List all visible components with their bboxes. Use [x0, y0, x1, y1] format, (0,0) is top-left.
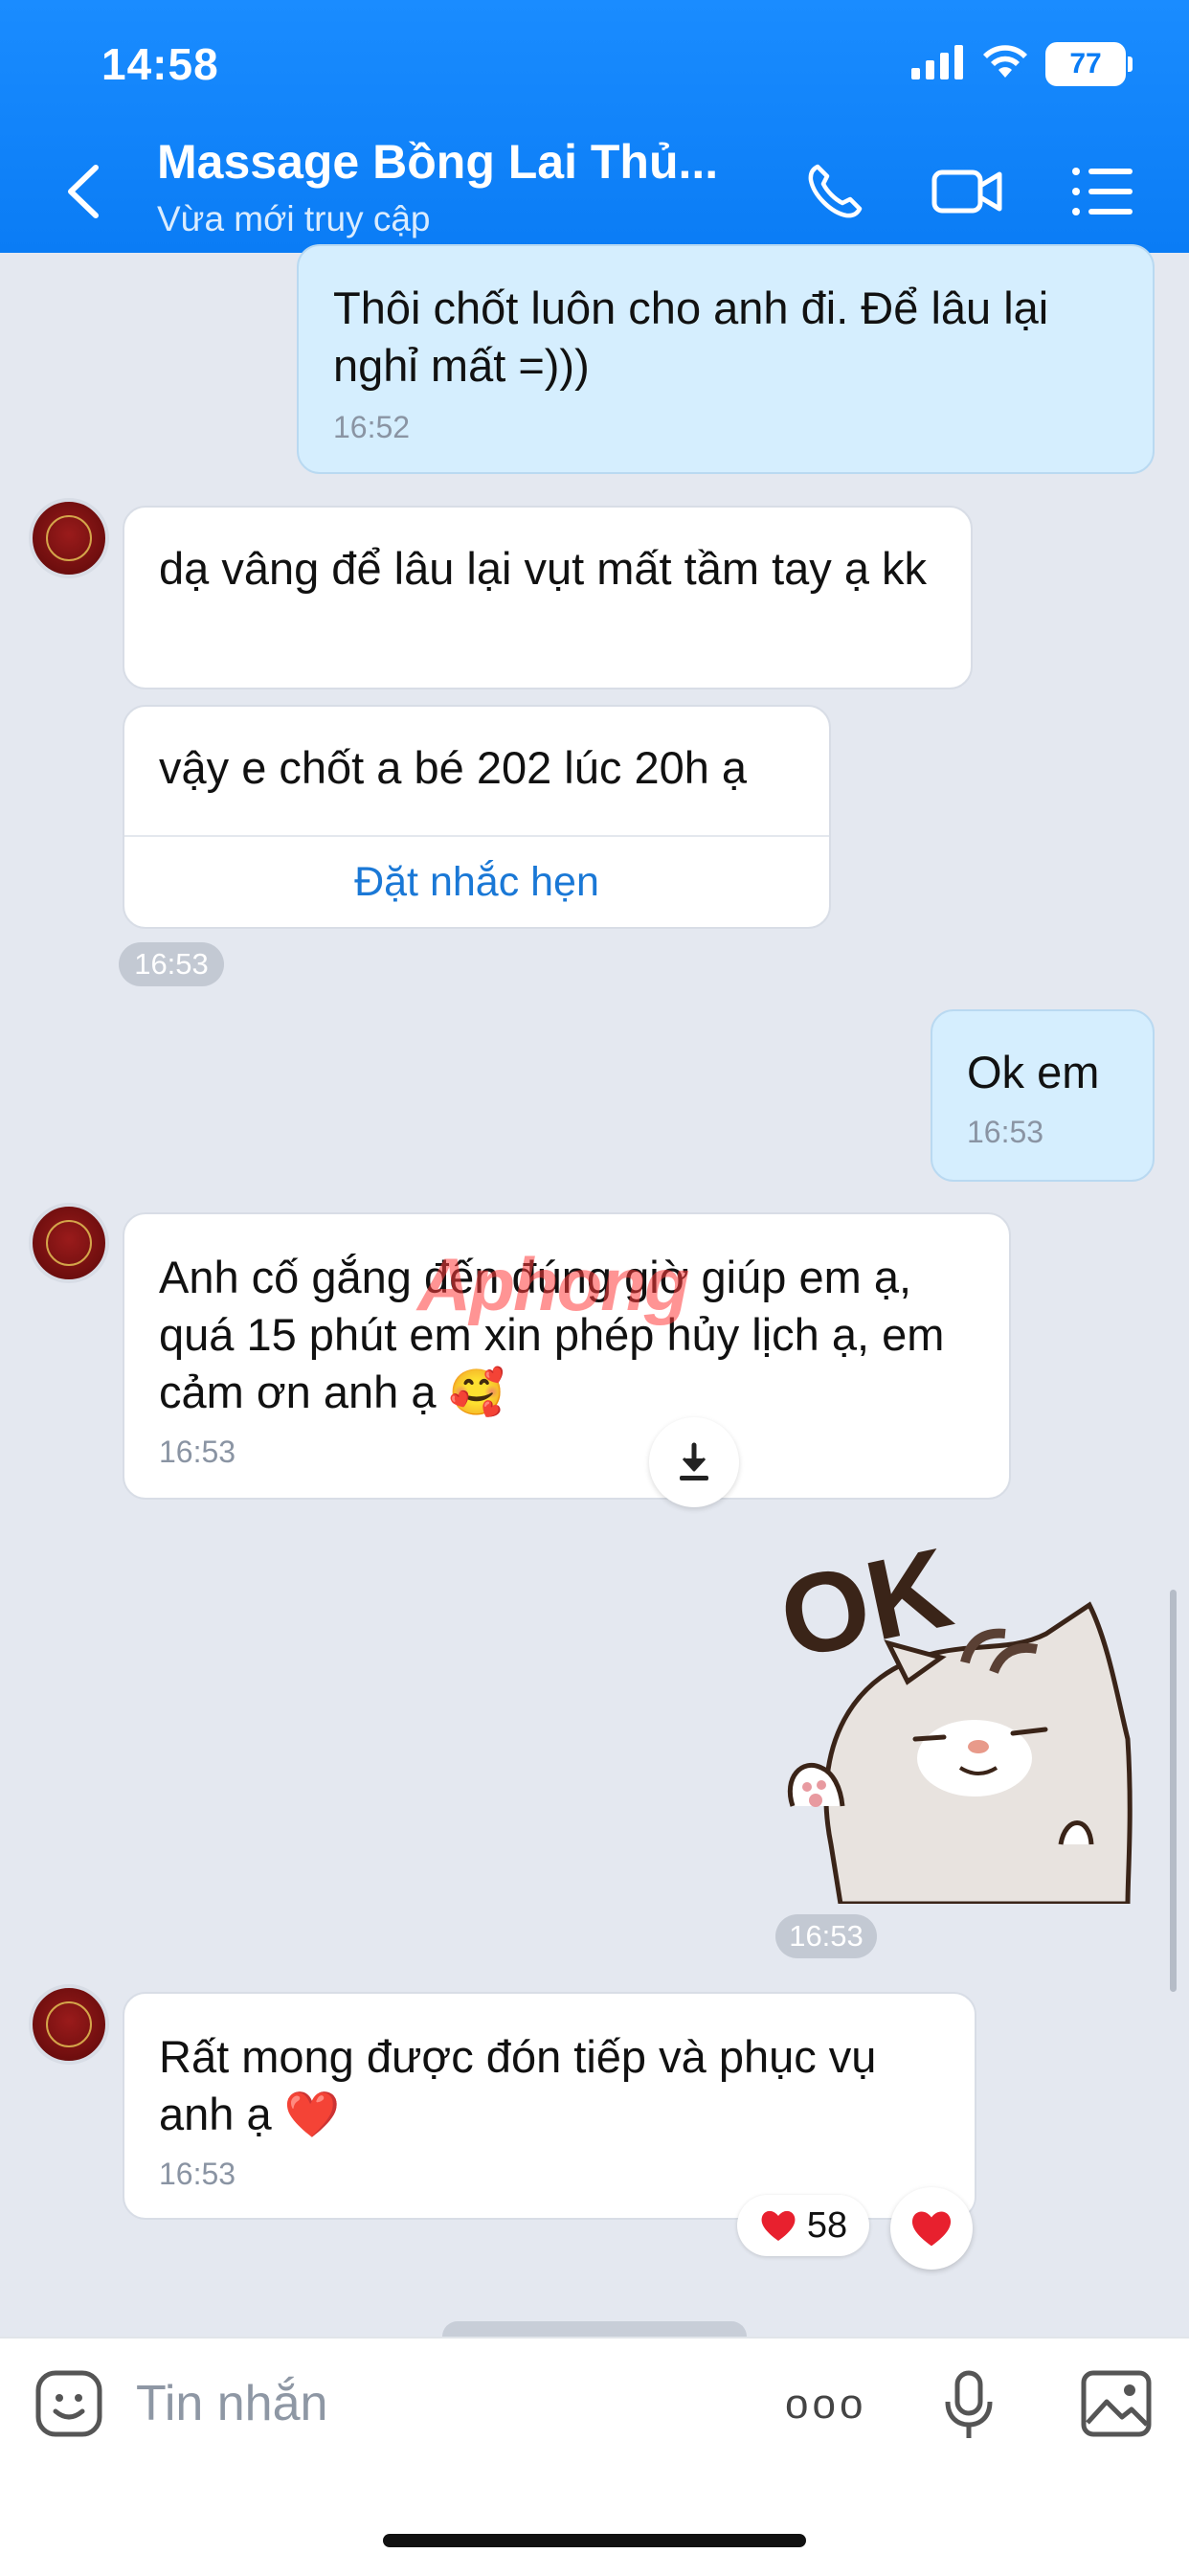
- chat-title[interactable]: Massage Bồng Lai Thủ...: [157, 134, 718, 190]
- reaction-count: 58: [806, 2204, 848, 2246]
- heart-icon: [911, 2211, 952, 2247]
- message-incoming[interactable]: vậy e chốt a bé 202 lúc 20h ạ Đặt nhắc h…: [123, 705, 831, 929]
- cellular-signal-icon: [911, 44, 965, 84]
- battery-level: 77: [1069, 48, 1102, 79]
- message-incoming[interactable]: dạ vâng để lâu lại vụt mất tầm tay ạ kk: [123, 506, 973, 689]
- voice-button[interactable]: [938, 2367, 999, 2444]
- list-menu-icon: [1072, 168, 1133, 215]
- message-time: 16:53: [159, 1435, 236, 1469]
- watermark: Aphong: [417, 1242, 690, 1326]
- status-icons: 77: [911, 42, 1133, 86]
- download-button[interactable]: [649, 1417, 739, 1507]
- heart-icon: [761, 2210, 796, 2241]
- message-time-pill: 16:53: [119, 942, 224, 986]
- emoji-button[interactable]: [33, 2367, 105, 2440]
- chevron-left-icon: [68, 165, 99, 218]
- reaction-summary[interactable]: 58: [737, 2195, 869, 2256]
- contact-avatar[interactable]: [29, 498, 109, 578]
- back-button[interactable]: [59, 158, 107, 225]
- set-reminder-button[interactable]: Đặt nhắc hẹn: [124, 835, 829, 927]
- message-incoming[interactable]: Rất mong được đón tiếp và phục vụ anh ạ …: [123, 1992, 976, 2220]
- chat-status: Vừa mới truy cập: [157, 199, 431, 238]
- home-indicator: [383, 2534, 806, 2547]
- message-text: Ok em: [967, 1047, 1100, 1097]
- message-input[interactable]: Tin nhắn: [136, 2375, 327, 2432]
- message-outgoing[interactable]: Ok em 16:53: [931, 1009, 1155, 1182]
- message-text: Rất mong được đón tiếp và phục vụ anh ạ …: [159, 2031, 877, 2139]
- video-call-button[interactable]: [929, 153, 1005, 230]
- image-picker-button[interactable]: [1078, 2367, 1155, 2440]
- react-button[interactable]: [890, 2187, 973, 2270]
- message-text: vậy e chốt a bé 202 lúc 20h ạ: [159, 742, 748, 793]
- video-camera-icon: [931, 169, 1002, 214]
- call-button[interactable]: [796, 153, 873, 230]
- emoji-sticker-icon: [35, 2370, 102, 2437]
- download-icon: [680, 1442, 708, 1480]
- message-time: 16:53: [967, 1115, 1044, 1149]
- chat-header: 14:58 77 Massage Bồng Lai Thủ... Vừa mới…: [0, 0, 1189, 253]
- message-text: Thôi chốt luôn cho anh đi. Để lâu lại ng…: [333, 282, 1049, 391]
- microphone-icon: [945, 2370, 993, 2438]
- image-icon: [1081, 2370, 1152, 2437]
- contact-avatar[interactable]: [29, 1984, 109, 2065]
- message-text: dạ vâng để lâu lại vụt mất tầm tay ạ kk: [159, 543, 928, 594]
- phone-icon: [808, 164, 863, 218]
- ok-cat-sticker[interactable]: OK: [770, 1525, 1137, 1907]
- status-time: 14:58: [101, 39, 219, 89]
- message-time-pill: 16:53: [775, 1914, 877, 1958]
- message-time: 16:52: [333, 410, 411, 444]
- scrollbar[interactable]: [1170, 1590, 1177, 1992]
- more-options-button[interactable]: ooo: [785, 2381, 866, 2429]
- message-outgoing[interactable]: Thôi chốt luôn cho anh đi. Để lâu lại ng…: [297, 244, 1155, 474]
- wifi-icon: [982, 44, 1028, 84]
- message-time: 16:53: [159, 2157, 236, 2191]
- menu-button[interactable]: [1065, 153, 1141, 230]
- contact-avatar[interactable]: [29, 1203, 109, 1283]
- battery-icon: 77: [1045, 42, 1133, 86]
